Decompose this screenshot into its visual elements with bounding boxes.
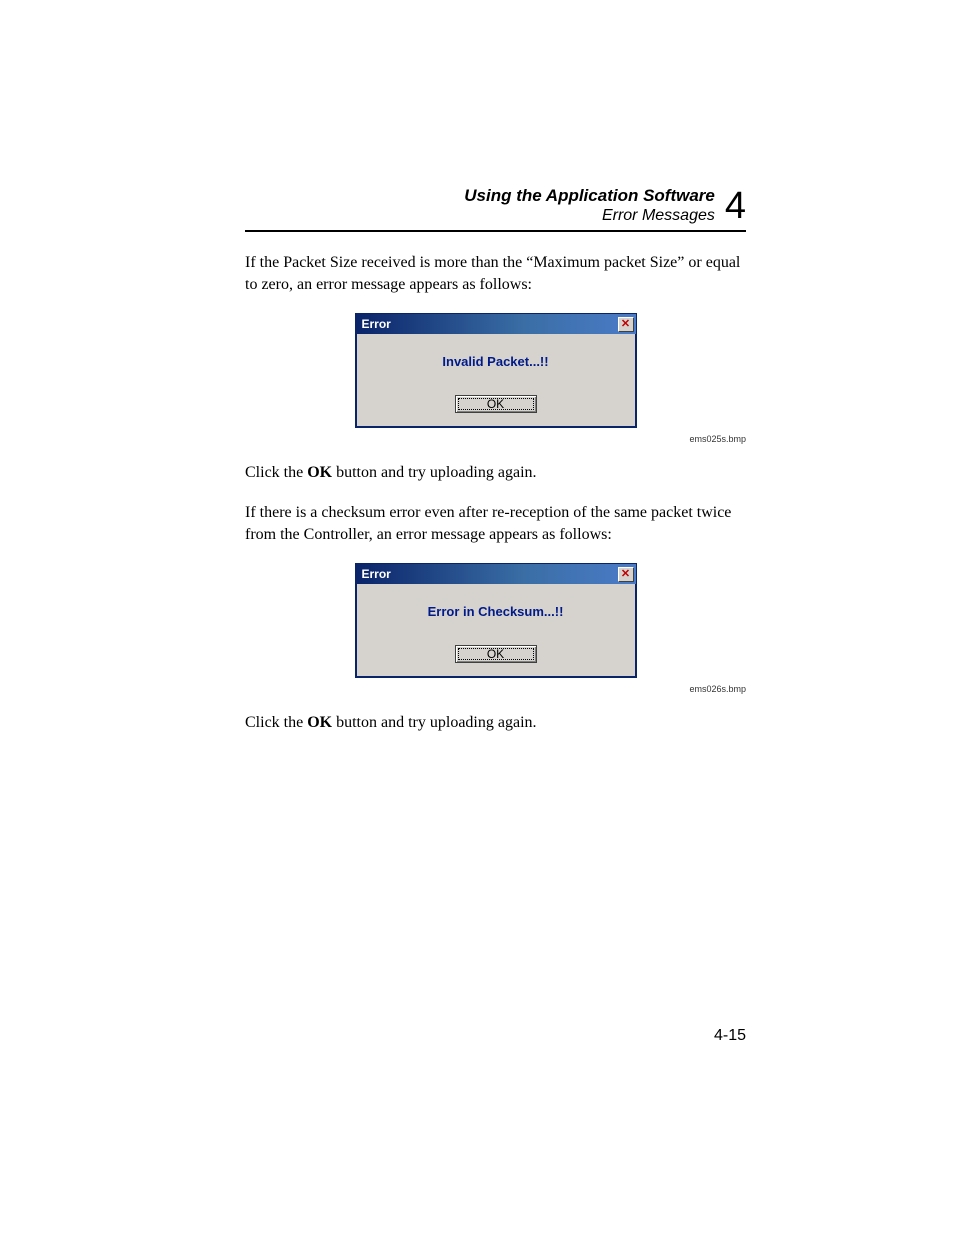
dialog-1-message: Invalid Packet...!!: [366, 354, 626, 369]
page-number: 4-15: [714, 1027, 746, 1045]
dialog-1-close-button[interactable]: ✕: [618, 317, 634, 332]
dialog-2-close-button[interactable]: ✕: [618, 567, 634, 582]
header-inner: Using the Application Software Error Mes…: [245, 185, 746, 226]
chapter-number: 4: [725, 187, 746, 225]
paragraph-action-1: Click the OK button and try uploading ag…: [245, 462, 746, 484]
dialog-2-title: Error: [362, 567, 391, 581]
error-dialog-1: Error ✕ Invalid Packet...!! OK: [355, 313, 637, 428]
header-title: Using the Application Software: [464, 185, 715, 206]
page-header: Using the Application Software Error Mes…: [245, 185, 746, 232]
dialog-2-body: Error in Checksum...!! OK: [356, 584, 636, 677]
close-icon: ✕: [621, 569, 630, 580]
p4-part-a: Click the: [245, 714, 307, 731]
figure-1: Error ✕ Invalid Packet...!! OK: [245, 313, 746, 428]
error-dialog-2: Error ✕ Error in Checksum...!! OK: [355, 563, 637, 678]
close-icon: ✕: [621, 319, 630, 330]
p4-part-b: OK: [307, 714, 332, 731]
header-titles: Using the Application Software Error Mes…: [464, 185, 715, 226]
figure-1-row: Error ✕ Invalid Packet...!! OK: [245, 313, 746, 428]
figure-1-caption: ems025s.bmp: [245, 434, 746, 444]
header-subtitle: Error Messages: [464, 206, 715, 226]
dialog-2-ok-button[interactable]: OK: [455, 645, 537, 663]
dialog-1-ok-button[interactable]: OK: [455, 395, 537, 413]
p2-part-a: Click the: [245, 464, 307, 481]
figure-2: Error ✕ Error in Checksum...!! OK: [245, 563, 746, 678]
dialog-2-titlebar: Error ✕: [356, 564, 636, 584]
paragraph-intro-1: If the Packet Size received is more than…: [245, 252, 746, 295]
dialog-1-titlebar: Error ✕: [356, 314, 636, 334]
paragraph-intro-2: If there is a checksum error even after …: [245, 502, 746, 545]
p2-part-c: button and try uploading again.: [332, 464, 536, 481]
dialog-1-title: Error: [362, 317, 391, 331]
dialog-1-body: Invalid Packet...!! OK: [356, 334, 636, 427]
figure-2-row: Error ✕ Error in Checksum...!! OK: [245, 563, 746, 678]
page-content: Using the Application Software Error Mes…: [0, 0, 954, 734]
paragraph-action-2: Click the OK button and try uploading ag…: [245, 712, 746, 734]
dialog-2-message: Error in Checksum...!!: [366, 604, 626, 619]
figure-2-caption: ems026s.bmp: [245, 684, 746, 694]
p2-part-b: OK: [307, 464, 332, 481]
p4-part-c: button and try uploading again.: [332, 714, 536, 731]
